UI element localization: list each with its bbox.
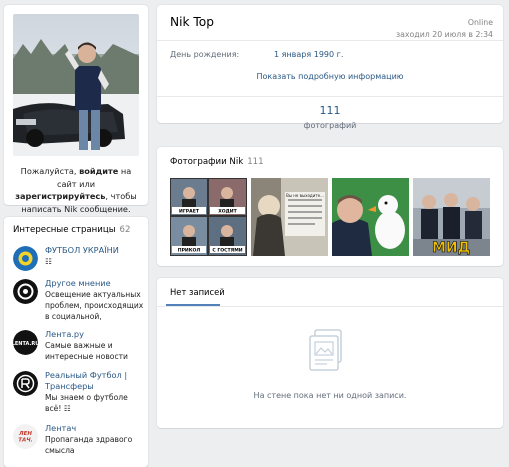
page-item-realnyj-futbol[interactable]: Реальный Футбол | Трансферы Мы знаем о ф… (13, 370, 145, 413)
thumb-caption: Вы не выходите... (286, 193, 324, 198)
photo-thumbnail[interactable]: Вы не выходите... (251, 178, 328, 256)
login-prompt-prefix: Пожалуйста, (20, 166, 80, 176)
register-link[interactable]: зарегистрируйтесь (15, 191, 105, 201)
interesting-pages-header[interactable]: Интересные страницы 62 (13, 225, 130, 235)
login-prompt: Пожалуйста, войдите на сайт или зарегист… (10, 165, 142, 215)
photo-thumbnail[interactable]: ИГРАЕТ ХОДИТ ПРИКОЛ С ГОСТЯМИ (170, 178, 247, 256)
photos-count: 111 (247, 157, 264, 167)
profile-name: Nik Top (170, 15, 214, 29)
svg-text:LENTA.RU: LENTA.RU (13, 341, 38, 347)
page-desc: Самые важные и интересные новости (45, 341, 128, 361)
svg-text:ЛЕН: ЛЕН (18, 431, 32, 437)
lentach-logo-icon[interactable]: ЛЕН ТАЧ. (13, 424, 38, 449)
divider (157, 306, 503, 307)
page-title[interactable]: ФУТБОЛ УКРАЇНИ (45, 245, 145, 256)
page-item-drugoe-mnenie[interactable]: Другое мнение Освещение актуальных пробл… (13, 278, 145, 321)
interesting-pages-card: Интересные страницы 62 ФУТБОЛ УКРАЇНИ ☷ Д… (4, 217, 148, 467)
realnyj-futbol-logo-icon[interactable] (13, 371, 38, 396)
svg-text:ТАЧ.: ТАЧ. (18, 438, 33, 444)
avatar[interactable] (13, 14, 139, 156)
photo-thumbnail[interactable]: МИД (413, 178, 490, 256)
page-desc: Освещение актуальных проблем, происходящ… (45, 290, 144, 321)
divider (157, 96, 503, 97)
wall-card: Нет записей На стене пока нет ни одной з… (157, 278, 503, 428)
photos-title: Фотографии Nik (170, 157, 244, 167)
profile-info-card: Nik Top Online заходил 20 июля в 2:34 Де… (157, 5, 503, 130)
birthday-label: День рождения: (170, 50, 240, 59)
photos-header[interactable]: Фотографии Nik 111 (170, 157, 264, 167)
show-more-info-link[interactable]: Показать подробную информацию (157, 72, 503, 81)
meme-label: С ГОСТЯМИ (212, 248, 242, 254)
page-desc: Пропаганда здравого смысла (45, 435, 133, 455)
lenta-ru-logo-icon[interactable]: LENTA.RU (13, 330, 38, 355)
page-title[interactable]: Другое мнение (45, 278, 145, 289)
meme-label: ХОДИТ (218, 209, 237, 215)
photo-thumbnail[interactable] (332, 178, 409, 256)
empty-wall-message: На стене пока нет ни одной записи. (253, 391, 407, 400)
page-title[interactable]: Реальный Футбол | Трансферы (45, 370, 145, 392)
page-title[interactable]: Лентач (45, 423, 145, 434)
page-desc: Мы знаем о футболе всё! ☷ (45, 393, 128, 413)
page-item-lenta-ru[interactable]: LENTA.RU Лента.ру Самые важные и интерес… (13, 329, 145, 370)
login-link[interactable]: войдите (79, 166, 118, 176)
thumb-caption: МИД (432, 240, 470, 256)
online-status-text: Online (467, 18, 493, 27)
photos-card: Фотографии Nik 111 ИГРАЕТ ХОДИТ ПРИКОЛ С … (157, 147, 503, 266)
page-desc: ☷ (45, 257, 52, 266)
page-item-lentach[interactable]: ЛЕН ТАЧ. Лентач Пропаганда здравого смысл… (13, 423, 145, 464)
divider (157, 40, 503, 41)
online-status: Online заходил 20 июля в 2:34 (396, 17, 493, 41)
meme-label: ИГРАЕТ (179, 209, 200, 215)
interesting-pages-count: 62 (119, 225, 131, 235)
drugoe-mnenie-logo-icon[interactable] (13, 279, 38, 304)
birthday-value[interactable]: 1 января 1990 г. (274, 50, 343, 59)
tab-no-posts[interactable]: Нет записей (170, 287, 225, 297)
meme-label: ПРИКОЛ (178, 248, 201, 254)
avatar-card: Пожалуйста, войдите на сайт или зарегист… (4, 5, 148, 214)
empty-wall-icon (307, 328, 347, 373)
interesting-pages-title: Интересные страницы (13, 225, 116, 235)
page-title[interactable]: Лента.ру (45, 329, 145, 340)
photos-count-label[interactable]: фотографий (157, 121, 503, 130)
photos-count-number[interactable]: 111 (157, 104, 503, 117)
futbol-ukrainy-logo-icon[interactable] (13, 246, 38, 271)
